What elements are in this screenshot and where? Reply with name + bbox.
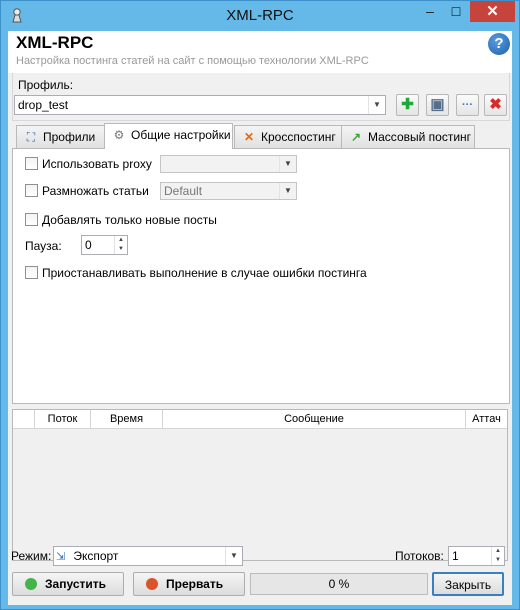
mode-select-value: Экспорт bbox=[73, 549, 119, 563]
column-time[interactable]: Время bbox=[90, 410, 162, 429]
settings-tabs: ⛶ Профили ⚙ Общие настройки ✕ Кросспостинг … bbox=[12, 123, 510, 405]
tab-crossposting[interactable]: ✕ Кросспостинг bbox=[234, 125, 342, 148]
proxy-select[interactable]: ▼ bbox=[160, 155, 297, 173]
page-subtitle: Настройка постинга статей на сайт с помо… bbox=[16, 55, 369, 67]
crosspost-icon: ✕ bbox=[243, 130, 255, 144]
window-content: XML-RPC Настройка постинга статей на сай… bbox=[8, 31, 512, 605]
chevron-down-icon[interactable]: ▼ bbox=[225, 547, 242, 565]
progress-text: 0 % bbox=[328, 577, 350, 591]
threads-value: 1 bbox=[452, 549, 459, 563]
close-button[interactable]: Закрыть bbox=[432, 572, 504, 596]
abort-button[interactable]: Прервать bbox=[133, 572, 245, 596]
chevron-up-icon[interactable]: ▲ bbox=[115, 236, 127, 245]
use-proxy-checkbox[interactable] bbox=[25, 157, 38, 171]
page-title: XML-RPC bbox=[16, 33, 94, 52]
network-icon: ⛶ bbox=[26, 130, 36, 144]
pause-label: Пауза: bbox=[25, 239, 62, 253]
row-marker-column bbox=[13, 410, 34, 429]
multiply-select[interactable]: Default ▼ bbox=[160, 182, 297, 200]
stop-on-error-row[interactable]: Приостанавливать выполнение в случае оши… bbox=[25, 264, 367, 282]
save-profile-button[interactable]: ▣ bbox=[426, 94, 449, 116]
stop-icon bbox=[146, 577, 158, 590]
multiply-articles-label: Размножать статьи bbox=[42, 184, 149, 198]
only-new-posts-label: Добавлять только новые посты bbox=[42, 213, 217, 227]
chevron-down-icon[interactable]: ▼ bbox=[368, 96, 385, 114]
use-proxy-label: Использовать proxy bbox=[42, 157, 152, 171]
abort-button-label: Прервать bbox=[166, 577, 224, 591]
profile-select-value: drop_test bbox=[18, 98, 69, 112]
start-button-label: Запустить bbox=[45, 577, 106, 591]
export-icon: ⇲ bbox=[56, 551, 66, 563]
tab-general-settings-label: Общие настройки bbox=[131, 128, 231, 142]
header: XML-RPC Настройка постинга статей на сай… bbox=[8, 31, 512, 73]
start-button[interactable]: Запустить bbox=[12, 572, 124, 596]
tab-crossposting-label: Кросспостинг bbox=[261, 130, 336, 144]
tab-profiles-label: Профили bbox=[43, 130, 96, 144]
chevron-up-icon[interactable]: ▲ bbox=[492, 547, 504, 556]
stepper-arrows: ▲ ▼ bbox=[114, 236, 127, 254]
chevron-down-icon[interactable]: ▼ bbox=[492, 556, 504, 565]
help-icon[interactable]: ? bbox=[488, 33, 510, 55]
chevron-down-icon[interactable]: ▼ bbox=[115, 245, 127, 254]
profile-options-button[interactable]: ··· bbox=[456, 94, 479, 116]
only-new-posts-checkbox[interactable] bbox=[25, 213, 38, 227]
title-bar[interactable]: XML-RPC – ☐ ✕ bbox=[1, 1, 519, 31]
stepper-arrows: ▲ ▼ bbox=[491, 547, 504, 565]
profile-select[interactable]: drop_test ▼ bbox=[14, 95, 386, 115]
profile-label: Профиль: bbox=[18, 78, 74, 92]
tab-general-settings[interactable]: ⚙ Общие настройки bbox=[104, 123, 233, 149]
pause-stepper[interactable]: 0 ▲ ▼ bbox=[81, 235, 128, 255]
chevron-down-icon[interactable]: ▼ bbox=[279, 183, 296, 199]
threads-stepper[interactable]: 1 ▲ ▼ bbox=[448, 546, 505, 566]
log-table-header: Поток Время Сообщение Аттач bbox=[13, 410, 507, 429]
application-window: XML-RPC – ☐ ✕ XML-RPC Настройка постинга… bbox=[0, 0, 520, 610]
tab-mass-posting[interactable]: ↗ Массовый постинг bbox=[341, 125, 475, 148]
mode-select[interactable]: ⇲ Экспорт ▼ bbox=[53, 546, 243, 566]
multiply-select-value: Default bbox=[164, 184, 203, 198]
column-attach[interactable]: Аттач bbox=[465, 410, 507, 429]
log-table[interactable]: Поток Время Сообщение Аттач bbox=[12, 409, 508, 561]
stop-on-error-label: Приостанавливать выполнение в случае оши… bbox=[42, 266, 367, 280]
add-profile-button[interactable]: ✚ bbox=[396, 94, 419, 116]
column-thread[interactable]: Поток bbox=[34, 410, 90, 429]
tab-mass-posting-label: Массовый постинг bbox=[368, 130, 472, 144]
close-window-button[interactable]: ✕ bbox=[470, 1, 515, 22]
progress-bar: 0 % bbox=[250, 573, 428, 595]
only-new-posts-row[interactable]: Добавлять только новые посты bbox=[25, 211, 217, 229]
multiply-articles-row[interactable]: Размножать статьи bbox=[25, 182, 149, 200]
stop-on-error-checkbox[interactable] bbox=[25, 266, 38, 280]
pause-value: 0 bbox=[85, 238, 92, 252]
use-proxy-row[interactable]: Использовать proxy bbox=[25, 155, 152, 173]
column-message[interactable]: Сообщение bbox=[162, 410, 465, 429]
multiply-articles-checkbox[interactable] bbox=[25, 184, 38, 198]
maximize-button[interactable]: ☐ bbox=[443, 1, 469, 23]
threads-label: Потоков: bbox=[395, 549, 444, 563]
arrow-icon: ↗ bbox=[350, 130, 362, 144]
chevron-down-icon[interactable]: ▼ bbox=[279, 156, 296, 172]
play-icon bbox=[25, 577, 37, 590]
delete-profile-button[interactable]: ✖ bbox=[484, 94, 507, 116]
mode-label: Режим: bbox=[11, 549, 52, 563]
tab-profiles[interactable]: ⛶ Профили bbox=[16, 125, 105, 148]
minimize-button[interactable]: – bbox=[417, 1, 443, 23]
gear-icon: ⚙ bbox=[113, 128, 125, 142]
general-settings-panel: Использовать proxy ▼ Размножать статьи D… bbox=[12, 148, 510, 404]
